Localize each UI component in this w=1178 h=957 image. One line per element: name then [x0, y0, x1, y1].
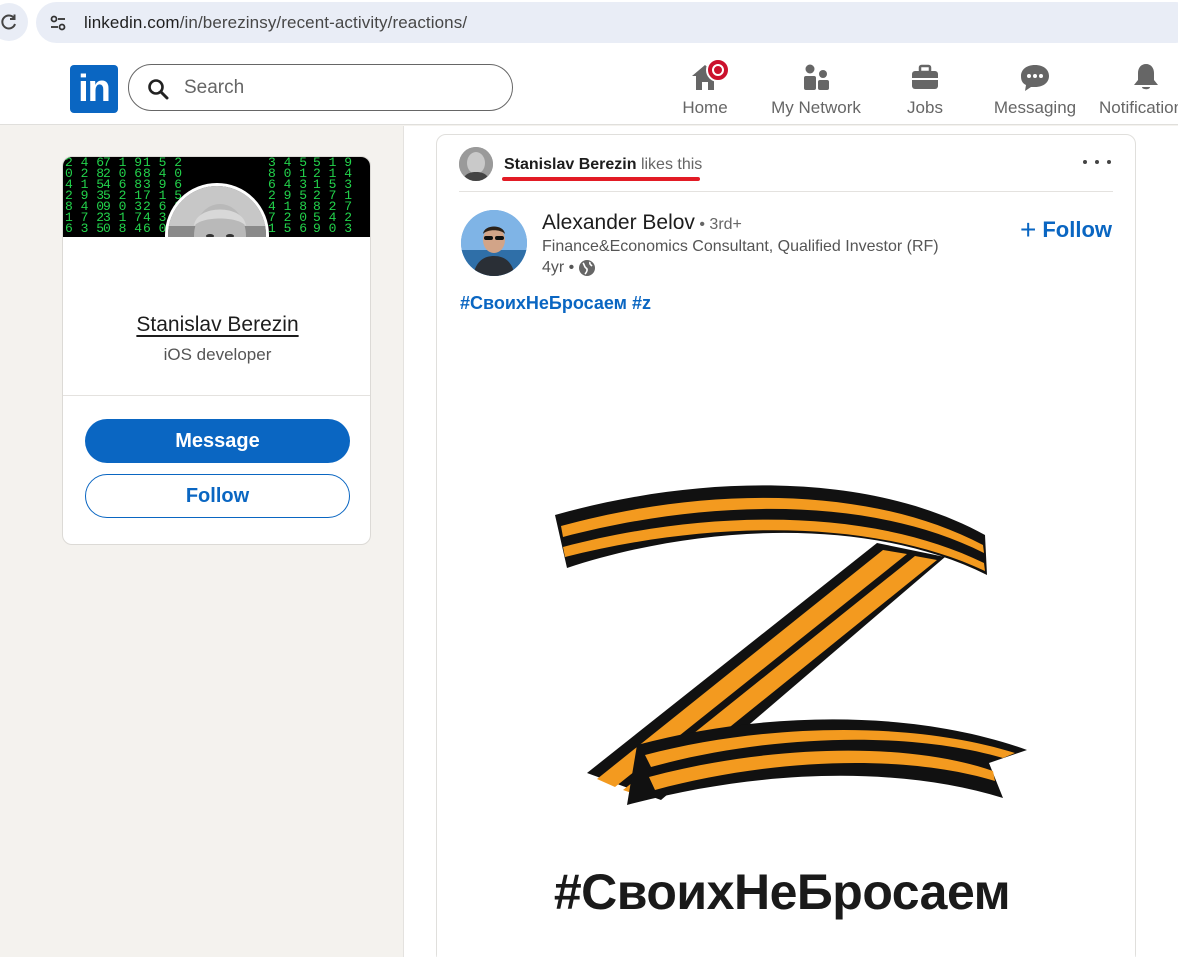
follow-author-button[interactable]: + Follow [1020, 214, 1113, 245]
notification-badge [706, 58, 730, 82]
more-options-icon[interactable] [1083, 153, 1111, 171]
liker-avatar[interactable] [459, 147, 493, 181]
search-input[interactable] [184, 75, 484, 101]
connection-degree: • 3rd+ [694, 216, 742, 233]
post-hashtags[interactable]: #СвоихНеБросаем #z [460, 293, 651, 314]
post-meta: 4yr • [542, 259, 596, 277]
home-icon [688, 58, 730, 94]
nav-notifications-label: Notifications [1099, 98, 1178, 117]
search-icon [148, 79, 169, 100]
reload-icon[interactable] [0, 3, 28, 41]
nav-jobs[interactable]: Jobs [895, 60, 955, 120]
bell-icon [1129, 60, 1163, 94]
liker-action: likes this [636, 156, 703, 173]
site-settings-icon[interactable] [48, 13, 68, 33]
nav-home-label: Home [682, 98, 728, 117]
post-time: 4yr • [542, 259, 575, 276]
browser-toolbar: linkedin.com/in/berezinsy/recent-activit… [0, 0, 1178, 50]
nav-home[interactable]: Home [673, 58, 737, 120]
messaging-icon [1018, 60, 1052, 94]
author-name-line: Alexander Belov • 3rd+ [542, 211, 742, 235]
image-caption: #СвоихНеБросаем [553, 864, 1011, 920]
nav-jobs-label: Jobs [907, 98, 943, 117]
nav-messaging[interactable]: Messaging [990, 60, 1080, 120]
globe-icon [579, 260, 596, 276]
nav-my-network-label: My Network [771, 98, 861, 117]
follow-author-label: Follow [1042, 217, 1113, 242]
reaction-header: Stanislav Berezin likes this [504, 156, 702, 174]
liker-name[interactable]: Stanislav Berezin [504, 156, 637, 173]
nav-my-network[interactable]: My Network [766, 60, 866, 120]
plus-icon: + [1020, 214, 1037, 245]
linkedin-navbar: in Home My Network Jobs Messaging [0, 50, 1178, 125]
post-image[interactable]: #СвоихНеБросаем [437, 325, 1135, 957]
network-icon [799, 60, 833, 94]
profile-card: 2 4 6 0 2 8 4 1 5 2 9 3 8 4 0 1 7 2 6 3 … [62, 156, 371, 545]
author-headline: Finance&Economics Consultant, Qualified … [542, 238, 939, 255]
search-box[interactable] [128, 64, 513, 111]
briefcase-icon [908, 60, 942, 94]
profile-name[interactable]: Stanislav Berezin [63, 313, 370, 337]
linkedin-logo[interactable]: in [70, 65, 118, 113]
z-ribbon-graphic [555, 485, 1027, 805]
highlight-underline [502, 177, 700, 181]
profile-headline: iOS developer [163, 345, 272, 364]
message-button[interactable]: Message [85, 419, 350, 463]
nav-messaging-label: Messaging [993, 98, 1077, 117]
url-text[interactable]: linkedin.com/in/berezinsy/recent-activit… [84, 13, 467, 33]
profile-banner: 2 4 6 0 2 8 4 1 5 2 9 3 8 4 0 1 7 2 6 3 … [63, 157, 370, 237]
author-name[interactable]: Alexander Belov [542, 211, 695, 234]
nav-notifications[interactable]: Notifications [1099, 60, 1178, 120]
post-card: Stanislav Berezin likes this Alexander B… [436, 134, 1136, 957]
divider [459, 191, 1113, 192]
follow-button[interactable]: Follow [85, 474, 350, 518]
divider [63, 395, 370, 396]
address-bar[interactable]: linkedin.com/in/berezinsy/recent-activit… [36, 2, 1178, 43]
author-avatar[interactable] [461, 210, 527, 276]
